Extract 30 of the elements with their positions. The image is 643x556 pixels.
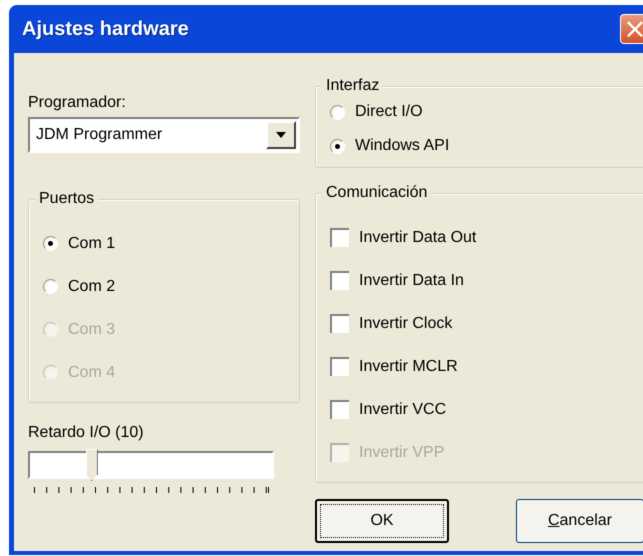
checkbox[interactable] — [330, 228, 349, 247]
option-label: Direct I/O — [355, 103, 423, 121]
option-label: Windows API — [355, 137, 450, 155]
cancel-button[interactable]: Cancelar — [516, 499, 643, 543]
checkbox[interactable] — [330, 400, 349, 419]
radio-button[interactable] — [43, 236, 58, 251]
checkbox[interactable] — [330, 314, 349, 333]
option-label: Invertir VPP — [359, 444, 444, 462]
option-label: Com 1 — [68, 234, 116, 252]
option-label: Invertir MCLR — [359, 358, 458, 376]
option-label: Invertir Data In — [359, 272, 464, 290]
ok-button[interactable]: OK — [315, 499, 449, 543]
slider-thumb[interactable] — [86, 449, 98, 481]
option-label: Invertir Clock — [359, 314, 452, 332]
checkbox[interactable] — [330, 271, 349, 290]
option-label: Com 4 — [68, 364, 116, 382]
dropdown-arrow-icon — [276, 132, 286, 138]
checkbox[interactable] — [330, 357, 349, 376]
option-label: Com 2 — [68, 278, 116, 296]
radio-button[interactable] — [330, 104, 345, 120]
radio-button[interactable] — [330, 138, 345, 154]
radio-button[interactable] — [43, 279, 58, 294]
option-label: Invertir VCC — [359, 400, 446, 418]
programmer-label: Programador: — [28, 93, 127, 113]
programmer-dropdown[interactable]: JDM Programmer — [28, 117, 300, 153]
delay-label: Retardo I/O (10) — [28, 423, 145, 443]
delay-slider[interactable] — [28, 451, 274, 479]
window-title: Ajustes hardware — [22, 18, 189, 40]
option-label: Invertir Data Out — [359, 228, 476, 246]
option-label: Com 3 — [68, 320, 116, 338]
